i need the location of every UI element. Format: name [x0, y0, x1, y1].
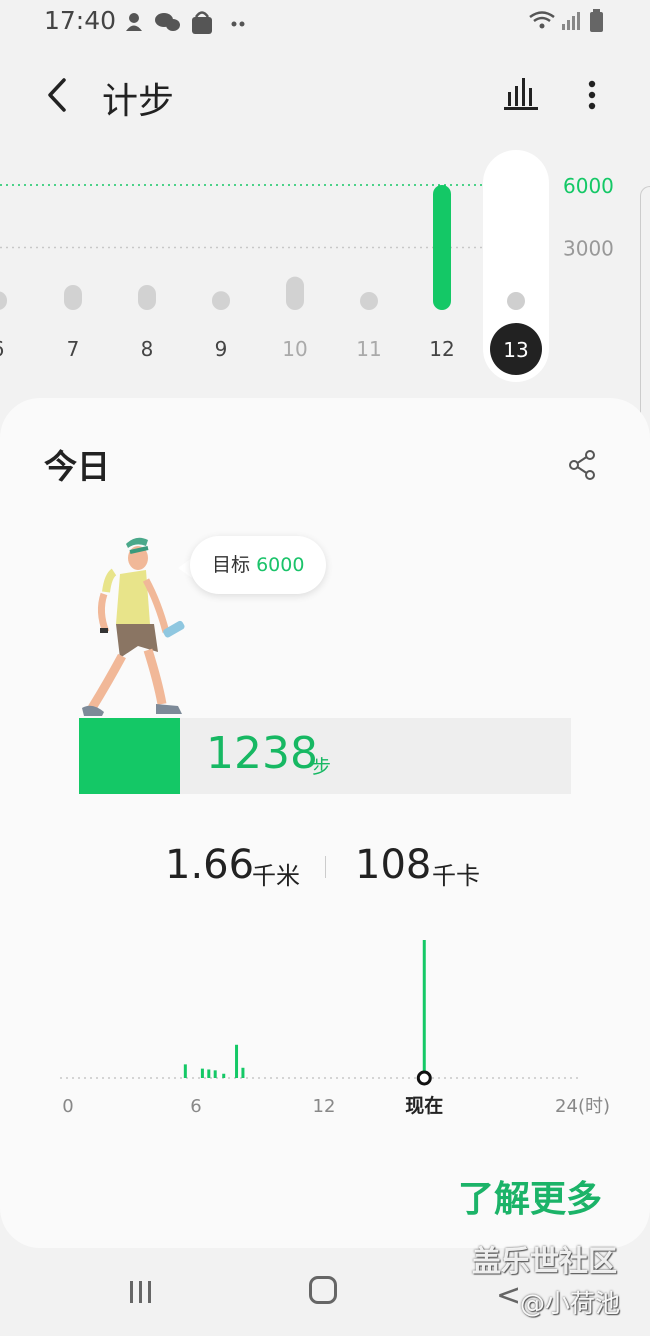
watermark-community: 盖乐世社区 [472, 1244, 618, 1278]
status-left-icons [124, 8, 254, 41]
day-label-11: 11 [356, 337, 381, 361]
now-marker [416, 1070, 432, 1086]
side-handle[interactable] [640, 186, 650, 438]
back-button[interactable] [40, 70, 80, 120]
home-button[interactable] [309, 1276, 337, 1304]
hourly-bar [222, 1073, 226, 1078]
goal-label: 目标 [212, 554, 251, 576]
hourly-bar [207, 1069, 211, 1078]
watermark-author: @小荷池 [520, 1289, 621, 1318]
hourly-steps-chart: 0 6 12 现在 24(时) [60, 940, 610, 1117]
share-icon [569, 450, 595, 480]
share-button[interactable] [566, 448, 600, 482]
goal-value: 6000 [256, 554, 305, 576]
wifi-icon [529, 11, 555, 29]
notification-icon [126, 13, 142, 31]
distance-unit: 千米 [252, 862, 300, 890]
calories-unit: 千卡 [432, 862, 480, 890]
statistics-button[interactable] [500, 74, 544, 114]
hourly-axis-label: 6 [190, 1096, 201, 1117]
day-label-7: 7 [67, 337, 80, 361]
stats-divider [325, 856, 326, 878]
hourly-bar [235, 1044, 239, 1078]
hourly-bar [213, 1070, 217, 1078]
hourly-axis-label: 0 [62, 1096, 73, 1117]
hourly-axis-label: 12 [313, 1096, 336, 1117]
status-right-icons [528, 8, 608, 39]
day-dot-13 [507, 292, 525, 310]
signal-icon [562, 12, 580, 30]
day-bar-8 [138, 285, 156, 310]
gridline-label-3000: 3000 [563, 237, 614, 261]
wechat-icon [155, 13, 180, 31]
daily-steps-chart[interactable]: 6000 3000 6 7 8 9 10 11 12 13 [0, 145, 650, 395]
hourly-bar [241, 1067, 245, 1078]
day-bar-12 [433, 185, 451, 310]
status-time: 17:40 [44, 6, 117, 35]
bar-chart-icon [504, 78, 538, 110]
day-bar-11 [360, 292, 378, 310]
hourly-axis-label: 现在 [405, 1094, 443, 1117]
recent-apps-button[interactable] [128, 1278, 154, 1306]
goal-bubble: 目标 6000 [190, 536, 327, 594]
day-label-6: 6 [0, 337, 4, 361]
hourly-axis-label: 24(时) [555, 1096, 610, 1117]
day-bar-7 [64, 285, 82, 310]
day-label-9: 9 [215, 337, 228, 361]
hourly-bar [183, 1064, 187, 1078]
hourly-bar [422, 940, 426, 1078]
today-title: 今日 [44, 447, 110, 486]
steps-count: 1238 [206, 728, 318, 779]
day-bar-10 [286, 276, 304, 310]
nav-back-button[interactable]: < [496, 1278, 521, 1313]
more-options-button[interactable] [578, 76, 606, 116]
day-label-12: 12 [429, 337, 454, 361]
day-label-13: 13 [503, 338, 528, 362]
day-label-10: 10 [282, 337, 307, 361]
more-dots-icon [231, 21, 245, 27]
back-chevron-icon [48, 78, 66, 112]
recent-apps-icon [130, 1281, 151, 1303]
steps-unit: 步 [312, 756, 332, 778]
more-vertical-icon [588, 80, 596, 110]
page-title: 计步 [102, 81, 175, 122]
steps-progress-fill [79, 718, 181, 794]
hourly-bar [200, 1068, 204, 1078]
day-bar-6 [0, 291, 7, 310]
battery-icon [590, 9, 603, 32]
distance-value: 1.66 [165, 842, 255, 888]
nav-back-icon: < [496, 1278, 522, 1313]
day-label-8: 8 [141, 337, 154, 361]
shopping-bag-icon [192, 11, 212, 34]
calories-value: 108 [355, 842, 432, 888]
gridline-label-6000: 6000 [563, 174, 614, 198]
day-bar-9 [212, 291, 230, 310]
learn-more-link[interactable]: 了解更多 [458, 1170, 602, 1222]
